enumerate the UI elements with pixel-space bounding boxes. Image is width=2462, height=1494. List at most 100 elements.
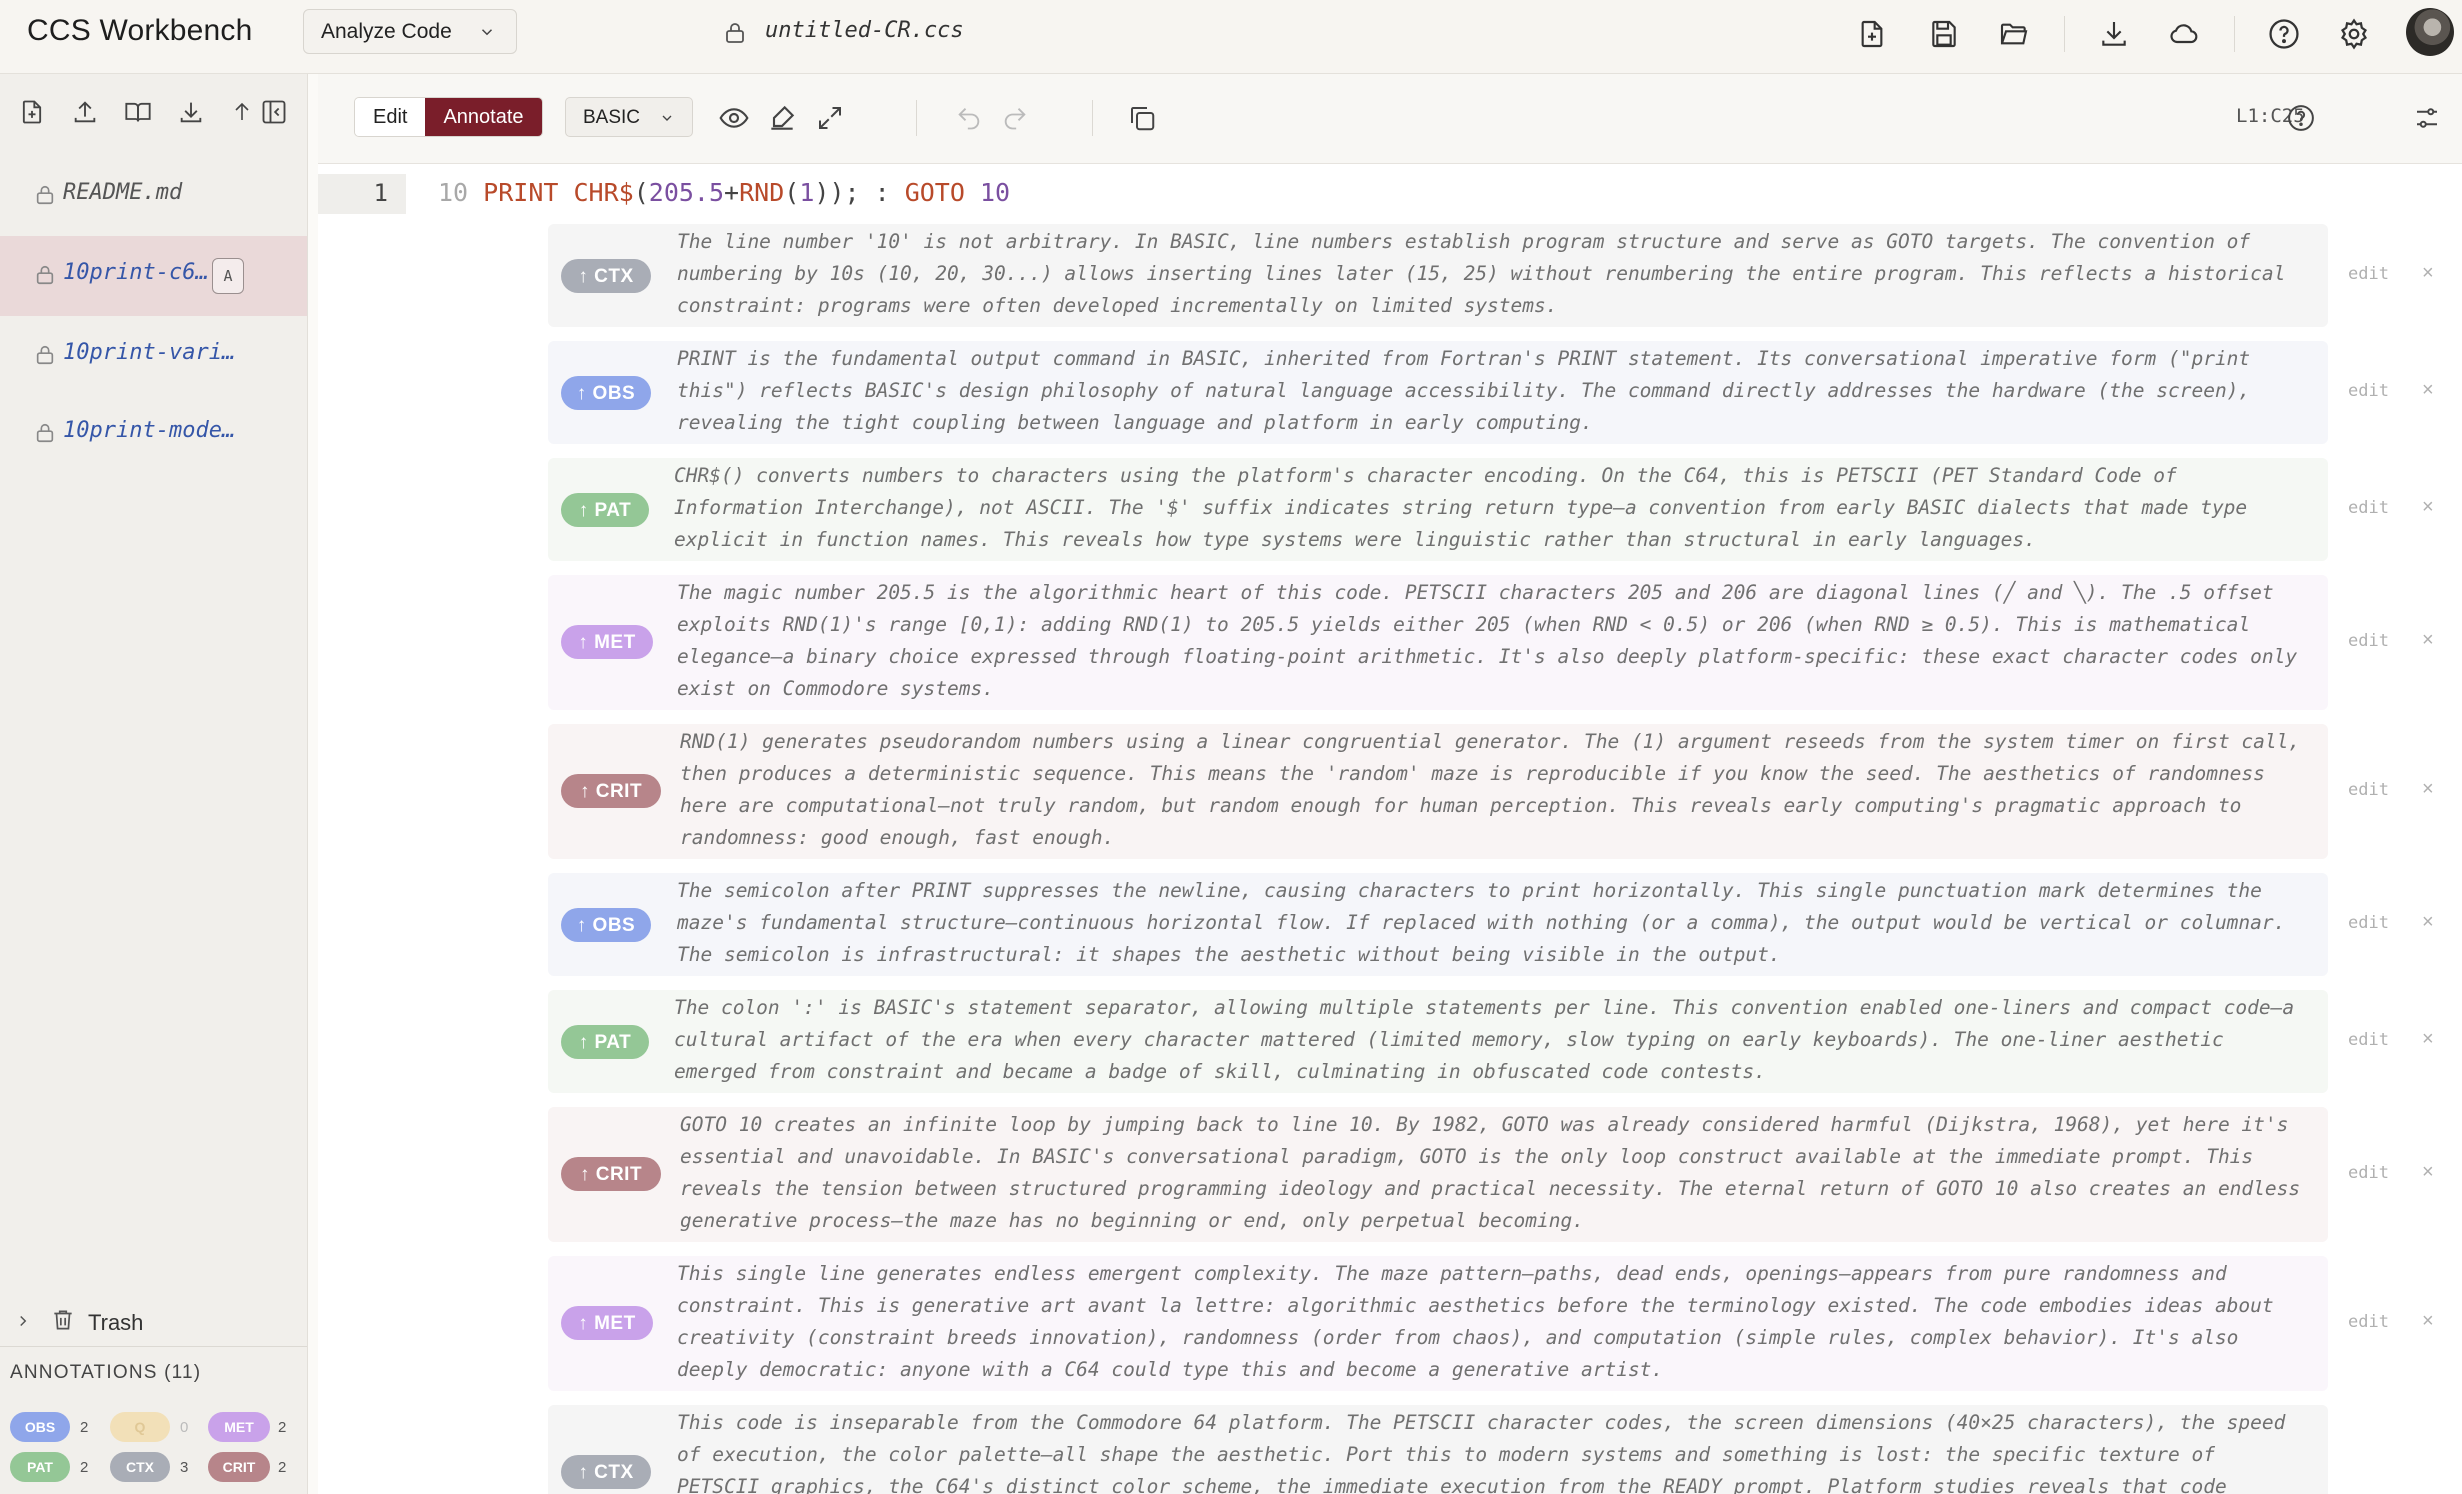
annotation-filter-obs[interactable]: OBS <box>10 1412 70 1442</box>
annotation-card: ↑ PAT CHR$() converts numbers to charact… <box>548 458 2434 561</box>
toolbar-separator <box>916 100 917 136</box>
collapse-sidebar-icon[interactable] <box>256 94 292 130</box>
avatar[interactable] <box>2406 8 2454 56</box>
trash-folder[interactable]: Trash <box>14 1302 304 1342</box>
annotation-tag-crit[interactable]: ↑ CRIT <box>561 774 661 808</box>
toolbar-separator <box>2064 16 2065 52</box>
annotation-filter-pat[interactable]: PAT <box>10 1452 70 1482</box>
code-punct: )); <box>814 178 860 207</box>
sidebar-divider <box>0 1346 307 1347</box>
file-item-10print-c64[interactable]: 10print-c6… A <box>0 236 307 316</box>
annotation-text: RND(1) generates pseudorandom numbers us… <box>680 730 2301 849</box>
app-title: CCS Workbench <box>27 14 253 47</box>
file-item-readme[interactable]: README.md <box>0 156 307 236</box>
annotation-close-icon[interactable]: × <box>2422 1161 2434 1184</box>
eye-icon[interactable] <box>714 98 754 138</box>
annotation-close-icon[interactable]: × <box>2422 1310 2434 1333</box>
annotation-edit-link[interactable]: edit <box>2348 1312 2389 1332</box>
annotation-text: The semicolon after PRINT suppresses the… <box>677 879 2286 966</box>
annotation-edit-link[interactable]: edit <box>2348 498 2389 518</box>
annotation-tag-obs[interactable]: ↑ OBS <box>561 908 651 942</box>
annotation-text: This single line generates endless emerg… <box>677 1262 2274 1381</box>
code-punct: : <box>859 178 905 207</box>
file-name[interactable]: untitled-CR.ccs <box>725 18 964 43</box>
folder-open-icon[interactable] <box>1994 14 2034 54</box>
chevron-right-icon <box>20 1315 27 1327</box>
new-file-icon[interactable] <box>14 94 50 130</box>
lock-icon <box>726 23 744 43</box>
annotation-edit-link[interactable]: edit <box>2348 264 2389 284</box>
file-name: 10print-c6… <box>63 260 209 285</box>
settings-icon[interactable] <box>2334 14 2374 54</box>
annotation-edit-link[interactable]: edit <box>2348 381 2389 401</box>
download-icon[interactable] <box>173 94 209 130</box>
editor-toolbar: Edit Annotate BASIC L1:C25 <box>318 74 2462 164</box>
arrow-up-icon[interactable] <box>224 94 260 130</box>
code-function-chr: CHR$ <box>573 178 634 207</box>
annotation-edit-link[interactable]: edit <box>2348 1163 2389 1183</box>
annotation-close-icon[interactable]: × <box>2422 262 2434 285</box>
chevron-down-icon <box>662 115 672 121</box>
annotation-card: ↑ PAT The colon ':' is BASIC's statement… <box>548 990 2434 1093</box>
annotation-text: The colon ':' is BASIC's statement separ… <box>674 996 2295 1083</box>
annotation-close-icon[interactable]: × <box>2422 778 2434 801</box>
annotation-filter-met[interactable]: MET <box>208 1412 270 1442</box>
annotation-tag-pat[interactable]: ↑ PAT <box>561 1025 649 1059</box>
upload-icon[interactable] <box>67 94 103 130</box>
annotation-tag-crit[interactable]: ↑ CRIT <box>561 1157 661 1191</box>
file-item-10print-modern[interactable]: 10print-mode… <box>0 394 307 474</box>
annotations-title: ANNOTATIONS (11) <box>10 1362 202 1383</box>
new-file-icon[interactable] <box>1852 14 1892 54</box>
annotation-edit-link[interactable]: edit <box>2348 1030 2389 1050</box>
code-line[interactable]: 10 PRINT CHR$(205.5+RND(1)); : GOTO 10 <box>438 178 1010 207</box>
mode-select[interactable]: Analyze Code <box>303 9 517 54</box>
cloud-icon[interactable] <box>2164 14 2204 54</box>
toolbar-separator <box>1092 100 1093 136</box>
annotation-close-icon[interactable]: × <box>2422 1028 2434 1051</box>
annotation-card: ↑ OBS The semicolon after PRINT suppress… <box>548 873 2434 976</box>
code-punct: ( <box>633 178 649 207</box>
annotation-count: 3 <box>180 1459 189 1476</box>
annotation-filter-q[interactable]: Q <box>110 1412 170 1442</box>
file-item-10print-variations[interactable]: 10print-vari… <box>0 316 307 396</box>
annotation-tag-obs[interactable]: ↑ OBS <box>561 376 651 410</box>
book-icon[interactable] <box>120 94 156 130</box>
language-select-value: BASIC <box>583 107 641 128</box>
edit-mode-button[interactable]: Edit <box>355 98 426 136</box>
code-number: 1 <box>799 178 815 207</box>
annotation-edit-link[interactable]: edit <box>2348 631 2389 651</box>
expand-icon[interactable] <box>810 98 850 138</box>
annotation-count: 0 <box>180 1419 189 1436</box>
annotation-count: 2 <box>80 1419 89 1436</box>
undo-icon[interactable] <box>949 98 989 138</box>
chevron-down-icon <box>481 29 493 36</box>
language-select[interactable]: BASIC <box>565 97 693 137</box>
annotation-tag-pat[interactable]: ↑ PAT <box>561 493 649 527</box>
annotation-tag-ctx[interactable]: ↑ CTX <box>561 259 651 293</box>
help-icon[interactable] <box>2281 98 2321 138</box>
annotation-text: The line number '10' is not arbitrary. I… <box>677 230 2286 317</box>
annotation-close-icon[interactable]: × <box>2422 629 2434 652</box>
redo-icon[interactable] <box>995 98 1035 138</box>
annotation-close-icon[interactable]: × <box>2422 379 2434 402</box>
lock-icon <box>36 185 54 205</box>
line-number-gutter: 1 <box>318 174 406 214</box>
sliders-icon[interactable] <box>2407 98 2447 138</box>
sidebar: README.md 10print-c6… A 10print-vari… 10… <box>0 74 308 1494</box>
annotation-edit-link[interactable]: edit <box>2348 913 2389 933</box>
annotation-tag-ctx[interactable]: ↑ CTX <box>561 1455 651 1489</box>
annotation-close-icon[interactable]: × <box>2422 496 2434 519</box>
save-icon[interactable] <box>1924 14 1964 54</box>
annotation-tag-met[interactable]: ↑ MET <box>561 1306 653 1340</box>
download-icon[interactable] <box>2094 14 2134 54</box>
copy-icon[interactable] <box>1122 98 1162 138</box>
annotate-mode-button[interactable]: Annotate <box>425 98 542 136</box>
annotation-filter-crit[interactable]: CRIT <box>208 1452 270 1482</box>
annotation-tag-met[interactable]: ↑ MET <box>561 625 653 659</box>
highlighter-icon[interactable] <box>762 98 802 138</box>
annotation-close-icon[interactable]: × <box>2422 911 2434 934</box>
help-icon[interactable] <box>2264 14 2304 54</box>
annotation-filter-ctx[interactable]: CTX <box>110 1452 170 1482</box>
annotation-edit-link[interactable]: edit <box>2348 780 2389 800</box>
annotation-card: ↑ CRIT RND(1) generates pseudorandom num… <box>548 724 2434 859</box>
